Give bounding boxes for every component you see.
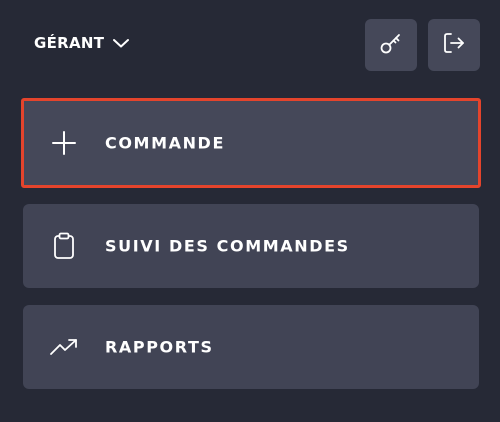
key-icon [377, 29, 405, 61]
menu-item-label: COMMANDE [105, 133, 225, 153]
role-selector[interactable]: GÉRANT [34, 34, 130, 52]
logout-icon [440, 29, 468, 61]
trending-up-icon [49, 332, 79, 362]
plus-icon [49, 128, 79, 158]
header: GÉRANT [0, 0, 500, 90]
menu-item-suivi-des-commandes[interactable]: SUIVI DES COMMANDES [23, 204, 479, 288]
role-label: GÉRANT [34, 34, 105, 52]
chevron-down-icon [112, 37, 130, 49]
logout-button[interactable] [428, 19, 480, 71]
key-button[interactable] [365, 19, 417, 71]
menu-item-commande[interactable]: COMMANDE [21, 98, 481, 188]
clipboard-icon [49, 231, 79, 261]
menu-item-label: SUIVI DES COMMANDES [105, 236, 350, 256]
menu-item-rapports[interactable]: RAPPORTS [23, 305, 479, 389]
menu-item-label: RAPPORTS [105, 337, 214, 357]
